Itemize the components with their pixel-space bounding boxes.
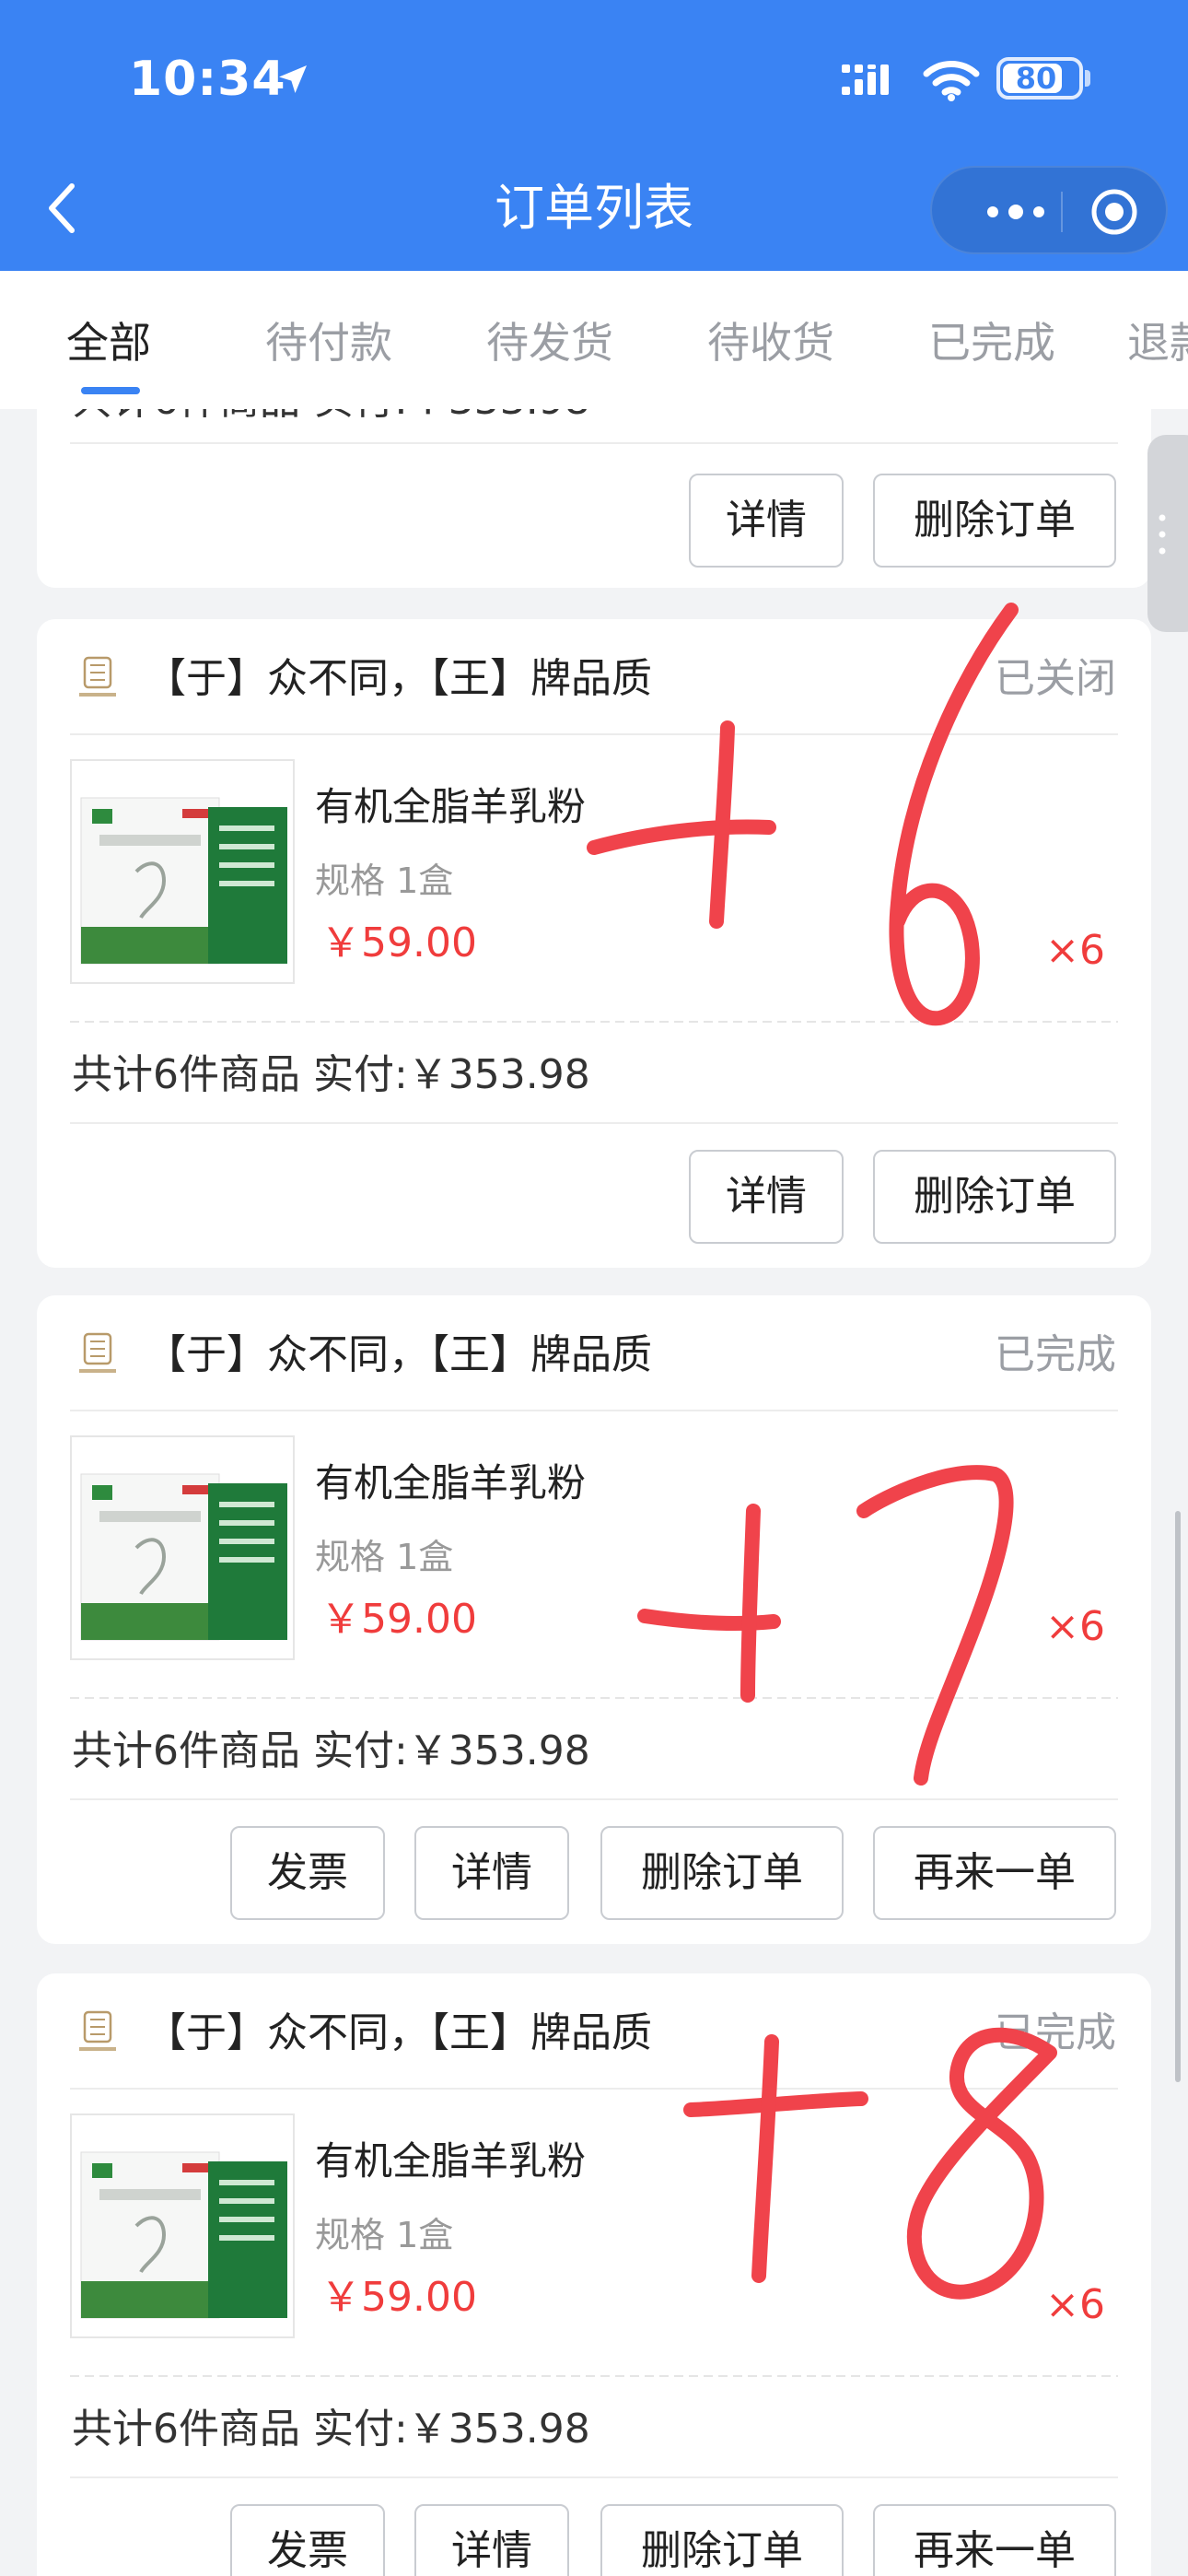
milk-powder-box-icon (80, 2151, 287, 2319)
divider (70, 1410, 1118, 1411)
location-arrow-icon (279, 65, 307, 93)
product-name: 有机全脂羊乳粉 (315, 2138, 587, 2184)
invoice-button[interactable]: 发票 (230, 1826, 385, 1920)
detail-button[interactable]: 详情 (414, 2504, 569, 2576)
product-image[interactable] (70, 759, 295, 984)
product-image[interactable] (70, 1435, 295, 1660)
order-card: 【于】众不同，【王】牌品质 已完成 有机全脂羊乳粉 规格 1盒 ￥59.00 ×… (37, 1295, 1151, 1944)
invoice-button[interactable]: 发票 (230, 2504, 385, 2576)
delete-order-button[interactable]: 删除订单 (600, 1826, 844, 1920)
product-price: ￥59.00 (320, 919, 477, 966)
order-card: 【于】众不同，【王】牌品质 已完成 有机全脂羊乳粉 规格 1盒 ￥59.00 ×… (37, 1973, 1151, 2576)
divider (70, 442, 1118, 444)
reorder-button[interactable]: 再来一单 (873, 2504, 1116, 2576)
order-card: 【于】众不同，【王】牌品质 已关闭 有机全脂羊乳粉 规格 1盒 ￥59.00 ×… (37, 619, 1151, 1268)
cellular-signal-icon (842, 64, 889, 95)
shop-logo-icon (79, 1332, 116, 1373)
divider (70, 1798, 1118, 1800)
product-spec: 规格 1盒 (315, 1537, 454, 1577)
order-summary: 共计6件商品 实付:￥353.98 (72, 409, 590, 427)
delete-order-button[interactable]: 删除订单 (873, 1150, 1116, 1244)
tab-pending-shipment[interactable]: 待发货 (486, 315, 613, 370)
milk-powder-box-icon (80, 1473, 287, 1641)
delete-order-button[interactable]: 删除订单 (873, 474, 1116, 568)
product-image[interactable] (70, 2113, 295, 2338)
tab-completed[interactable]: 已完成 (928, 315, 1055, 370)
reorder-button[interactable]: 再来一单 (873, 1826, 1116, 1920)
product-name: 有机全脂羊乳粉 (315, 784, 587, 829)
divider (70, 733, 1118, 735)
capsule-separator (1061, 192, 1063, 232)
wifi-icon (923, 61, 980, 101)
order-status: 已完成 (995, 2009, 1116, 2056)
handle-dots-icon (1159, 514, 1166, 555)
order-status: 已完成 (995, 1331, 1116, 1378)
active-tab-indicator (81, 387, 140, 394)
dashed-divider (70, 2375, 1118, 2377)
product-quantity: ×6 (1045, 927, 1105, 974)
order-card-partial: 共计6件商品 实付:￥353.98 详情 删除订单 (37, 409, 1151, 588)
order-summary: 共计6件商品 实付:￥353.98 (72, 1727, 590, 1774)
shop-name: 【于】众不同，【王】牌品质 (146, 655, 652, 702)
app-header: 10:34 80 订单列表 (0, 0, 1188, 271)
product-name: 有机全脂羊乳粉 (315, 1460, 587, 1505)
shop-row[interactable]: 【于】众不同，【王】牌品质 已完成 (37, 1295, 1151, 1411)
shop-name: 【于】众不同，【王】牌品质 (146, 1331, 652, 1378)
detail-button[interactable]: 详情 (689, 1150, 844, 1244)
scrollbar[interactable] (1175, 1511, 1181, 2082)
order-summary: 共计6件商品 实付:￥353.98 (72, 2406, 590, 2453)
detail-button[interactable]: 详情 (414, 1826, 569, 1920)
divider (70, 2476, 1118, 2478)
product-spec: 规格 1盒 (315, 861, 454, 901)
shop-name: 【于】众不同，【王】牌品质 (146, 2009, 652, 2056)
status-time: 10:34 (129, 52, 286, 107)
product-price: ￥59.00 (320, 2274, 477, 2321)
order-status-tabs: 全部 待付款 待发货 待收货 已完成 退款 (0, 271, 1188, 409)
dashed-divider (70, 1697, 1118, 1699)
order-summary: 共计6件商品 实付:￥353.98 (72, 1051, 590, 1098)
order-list-page: 10:34 80 订单列表 全部 待付款 待发货 待收货 已完成 退 详情 删除… (0, 0, 1188, 2576)
battery-level: 80 (1015, 61, 1057, 96)
battery-icon: 80 (996, 57, 1083, 100)
close-target-icon[interactable] (1087, 184, 1142, 240)
product-quantity: ×6 (1045, 2281, 1105, 2328)
tab-refund[interactable]: 退款 (1127, 315, 1188, 370)
tab-pending-payment[interactable]: 待付款 (265, 315, 392, 370)
tab-pending-receipt[interactable]: 待收货 (707, 315, 834, 370)
shop-logo-icon (79, 2010, 116, 2051)
product-spec: 规格 1盒 (315, 2215, 454, 2255)
detail-button[interactable]: 详情 (689, 474, 844, 568)
divider (70, 2088, 1118, 2090)
shop-logo-icon (79, 656, 116, 697)
dashed-divider (70, 1021, 1118, 1023)
tab-all[interactable]: 全部 (66, 315, 151, 370)
miniprogram-capsule (930, 166, 1168, 254)
divider (70, 1122, 1118, 1124)
shop-row[interactable]: 【于】众不同，【王】牌品质 已关闭 (37, 619, 1151, 735)
side-drawer-handle[interactable] (1147, 435, 1188, 632)
more-dots-icon[interactable] (965, 186, 1066, 238)
delete-order-button[interactable]: 删除订单 (600, 2504, 844, 2576)
product-quantity: ×6 (1045, 1603, 1105, 1650)
milk-powder-box-icon (80, 797, 287, 965)
battery-cap (1085, 70, 1090, 87)
product-price: ￥59.00 (320, 1596, 477, 1643)
shop-row[interactable]: 【于】众不同，【王】牌品质 已完成 (37, 1973, 1151, 2090)
order-status: 已关闭 (995, 655, 1116, 702)
